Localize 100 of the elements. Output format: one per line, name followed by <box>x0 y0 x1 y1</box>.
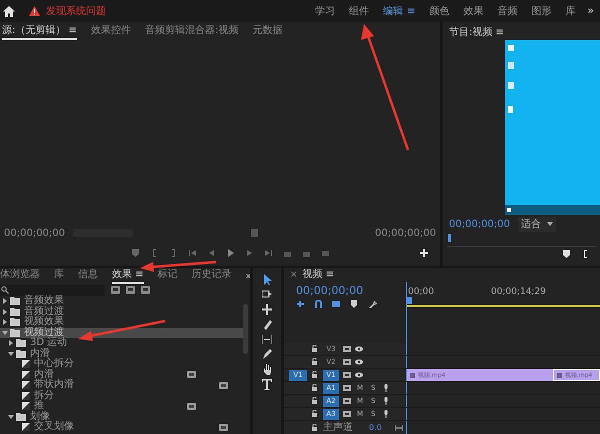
go-to-out-icon[interactable] <box>264 249 272 257</box>
pen-icon[interactable] <box>262 349 272 360</box>
slip-icon[interactable] <box>262 334 272 345</box>
eye-icon[interactable] <box>355 345 363 353</box>
zoom-dropdown[interactable]: 适合 <box>518 216 556 232</box>
effect-item[interactable]: 内滑 <box>12 370 243 380</box>
ruler-label: 00;00;14;29 <box>491 286 546 299</box>
warning-icon[interactable] <box>29 6 40 16</box>
linked-selection-icon[interactable] <box>332 300 341 308</box>
fit-icon[interactable] <box>395 424 403 430</box>
expand-icon[interactable] <box>2 319 8 326</box>
lock-icon[interactable] <box>311 371 319 379</box>
lock-icon[interactable] <box>311 410 319 418</box>
step-forward-icon[interactable] <box>246 249 252 257</box>
expand-icon[interactable] <box>2 308 8 315</box>
snap-icon[interactable] <box>314 300 323 308</box>
effect-item[interactable]: 内滑 <box>6 348 243 359</box>
effect-item[interactable]: 中心拆分 <box>12 359 243 370</box>
wrench-icon[interactable] <box>368 300 377 308</box>
folder-icon <box>16 412 26 421</box>
effect-item[interactable]: 音频效果 <box>0 296 243 306</box>
nest-icon[interactable] <box>296 300 305 308</box>
microphone-icon[interactable] <box>382 384 390 392</box>
lock-icon[interactable] <box>311 345 319 353</box>
workspace-tab[interactable]: 颜色 <box>429 4 450 18</box>
effect-item[interactable]: 带状内滑 <box>12 380 243 390</box>
panel-tab[interactable]: 库 <box>54 267 64 284</box>
hand-icon[interactable] <box>262 364 272 375</box>
mark-out-icon[interactable] <box>170 249 176 257</box>
go-to-in-icon[interactable] <box>188 249 196 257</box>
workspace-tab[interactable]: 编辑 <box>382 4 403 18</box>
home-icon[interactable] <box>3 6 15 16</box>
scrollbar-thumb[interactable] <box>243 304 248 354</box>
workspace-tab[interactable]: 效果 <box>463 4 484 18</box>
ripple-edit-icon[interactable] <box>262 304 272 315</box>
lock-icon[interactable] <box>311 384 319 392</box>
volume-value[interactable]: 0.0 <box>369 422 382 434</box>
effect-icon <box>22 381 30 390</box>
effect-item[interactable]: 音频过渡 <box>0 306 243 317</box>
effect-icon <box>22 423 30 432</box>
effect-item[interactable]: 推 <box>12 401 243 412</box>
eye-icon[interactable] <box>355 371 363 379</box>
effect-item[interactable]: 视频效果 <box>0 317 243 328</box>
collapse-icon[interactable] <box>8 350 14 357</box>
marker-icon[interactable] <box>132 249 138 257</box>
timecode: 00;00;00;00 <box>449 218 510 232</box>
text-tool-icon[interactable] <box>262 379 272 390</box>
panel-tab[interactable]: 效果控件 <box>90 23 131 40</box>
mark-in-icon[interactable] <box>584 250 588 258</box>
panel-tab[interactable]: 信息 <box>78 267 98 284</box>
close-button[interactable]: × <box>290 268 298 282</box>
effect-item[interactable]: 交叉划像 <box>12 422 243 432</box>
play-icon[interactable] <box>226 249 234 257</box>
selection-tool-icon[interactable] <box>262 274 272 285</box>
timecode: 00;00;00;00 <box>296 284 364 297</box>
workspace-tab[interactable]: 音频 <box>497 4 518 18</box>
alert-text[interactable]: 发现系统问题 <box>46 4 106 18</box>
panel-tab[interactable]: 体浏览器 <box>0 267 40 284</box>
more-button[interactable]: » <box>587 2 594 20</box>
panel-tab[interactable]: 视频 ≡ <box>302 268 334 282</box>
search-icon <box>1 286 9 294</box>
workspace-tab[interactable]: 图形 <box>531 4 552 18</box>
effect-item[interactable]: 视频过渡 <box>0 328 243 338</box>
expand-icon[interactable] <box>8 340 14 346</box>
ruler-label: 00;00 <box>408 286 434 299</box>
plus-icon[interactable] <box>420 249 428 257</box>
effect-item[interactable]: 划像 <box>6 412 243 422</box>
fx-badge-icon <box>410 372 415 378</box>
menu-icon[interactable]: ≡ <box>406 4 416 18</box>
microphone-icon[interactable] <box>382 410 390 418</box>
panel-tab[interactable]: 历史记录 <box>192 267 232 284</box>
panel-tab[interactable]: 标记 <box>158 267 178 284</box>
effect-item[interactable]: 3D 运动 <box>6 338 243 348</box>
step-back-icon[interactable] <box>208 249 214 257</box>
workspace-tab[interactable]: 学习 <box>314 4 335 18</box>
collapse-icon[interactable] <box>8 414 14 420</box>
lock-icon[interactable] <box>311 358 319 366</box>
razor-icon[interactable] <box>262 319 272 330</box>
timecode: 00;00;00;00 <box>374 226 436 240</box>
microphone-icon[interactable] <box>382 397 390 405</box>
panel-tab[interactable]: 元数据 <box>252 23 282 40</box>
track-select-icon[interactable] <box>262 289 272 300</box>
search-field[interactable] <box>0 284 105 296</box>
timecode: 00;00;00;00 <box>4 226 66 240</box>
lock-icon[interactable] <box>311 397 319 405</box>
marker-icon[interactable] <box>563 250 570 258</box>
lock-icon[interactable] <box>311 424 319 432</box>
panel-tab[interactable]: 源:（无剪辑） ≡ <box>2 23 77 40</box>
workspace-tab[interactable]: 组件 <box>348 4 369 18</box>
eye-icon[interactable] <box>355 358 363 366</box>
expand-icon[interactable] <box>2 298 8 304</box>
effect-icon <box>22 402 30 410</box>
collapse-icon[interactable] <box>2 330 8 336</box>
workspace-tab[interactable]: 库 <box>565 4 576 18</box>
effect-item[interactable]: 拆分 <box>12 390 243 401</box>
effect-icon <box>22 370 30 379</box>
marker-icon[interactable] <box>350 300 359 308</box>
panel-title[interactable]: 节目:视频 ≡ <box>449 25 504 40</box>
panel-tab[interactable]: 音频剪辑混合器:视频 <box>144 23 238 40</box>
effect-icon <box>22 360 30 368</box>
